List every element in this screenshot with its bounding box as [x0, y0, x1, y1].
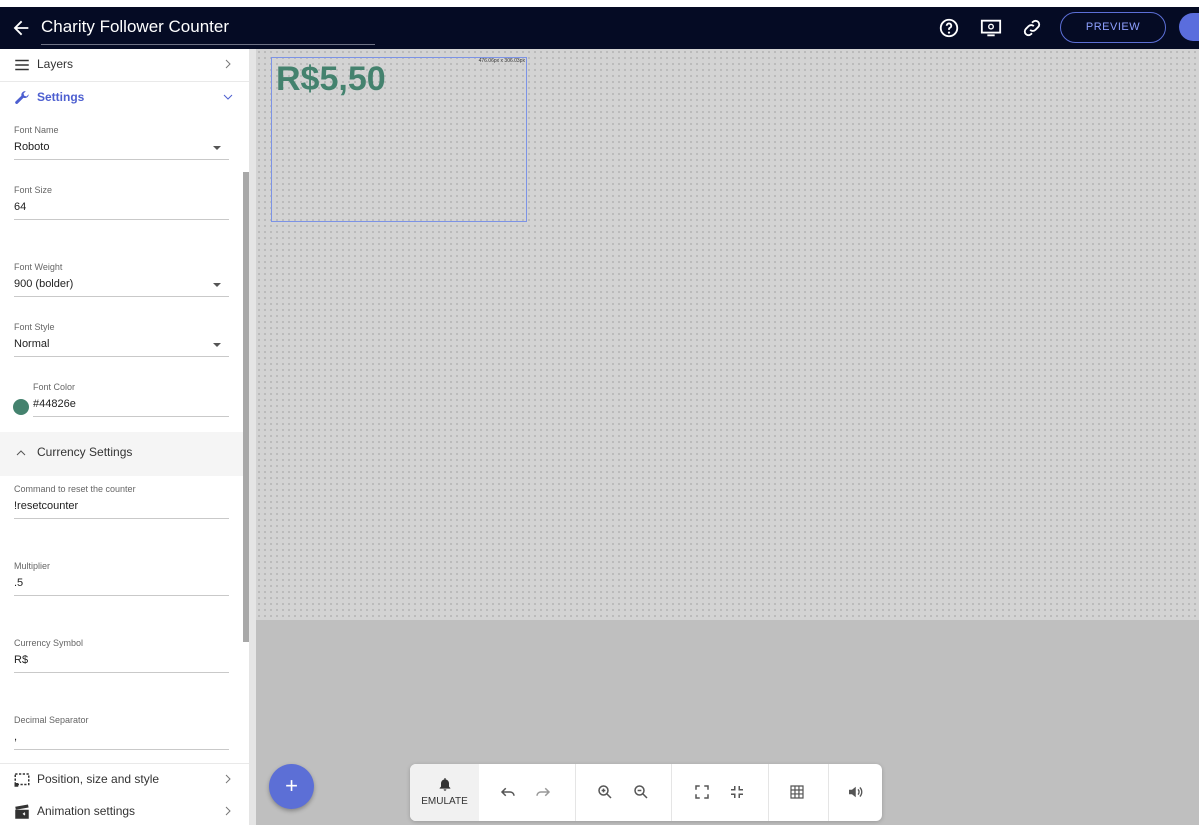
chevron-right-icon [225, 806, 231, 816]
chevron-down-icon [223, 94, 233, 100]
exit-fullscreen-icon[interactable] [728, 783, 746, 801]
sidebar-scroll-track[interactable] [249, 49, 256, 825]
chevron-up-icon [16, 450, 26, 456]
settings-row[interactable]: Settings [0, 82, 249, 114]
currency-symbol-input[interactable]: R$ [14, 654, 229, 673]
app-header: Charity Follower Counter PREVIEW [0, 7, 1199, 49]
font-name-value: Roboto [14, 141, 50, 153]
font-size-label: Font Size [14, 185, 53, 195]
settings-label: Settings [37, 90, 85, 104]
font-name-select[interactable]: Roboto [14, 141, 229, 160]
clapperboard-icon [15, 804, 29, 819]
animation-settings-label: Animation settings [37, 804, 136, 818]
top-strip [0, 0, 1199, 7]
position-size-style-row[interactable]: Position, size and style [0, 763, 249, 797]
font-weight-field[interactable]: Font Weight 900 (bolder) [14, 262, 229, 297]
save-button[interactable] [1179, 13, 1199, 41]
font-style-label: Font Style [14, 322, 55, 332]
reset-command-label: Command to reset the counter [14, 484, 136, 494]
zoom-in-icon[interactable] [596, 783, 614, 801]
settings-sidebar: Layers Settings Font Name Roboto Font Si… [0, 49, 249, 825]
currency-settings-label: Currency Settings [37, 445, 133, 459]
font-style-select[interactable]: Normal [14, 338, 229, 357]
page-title[interactable]: Charity Follower Counter [41, 16, 375, 45]
caret-down-icon [213, 343, 221, 347]
back-arrow-icon[interactable] [10, 17, 32, 39]
zoom-out-icon[interactable] [632, 783, 650, 801]
currency-settings-header[interactable]: Currency Settings [0, 432, 249, 476]
font-color-label: Font Color [33, 382, 76, 392]
caret-down-icon [213, 146, 221, 150]
bell-icon [439, 778, 451, 791]
sidebar-scrollbar[interactable] [243, 172, 249, 642]
preview-button[interactable]: PREVIEW [1060, 12, 1166, 43]
emulate-button[interactable]: EMULATE [410, 764, 479, 821]
resize-frame-icon [14, 773, 30, 787]
font-name-label: Font Name [14, 125, 59, 135]
reset-command-input[interactable]: !resetcounter [14, 500, 229, 519]
toolbar-divider [768, 764, 769, 821]
monitor-settings-icon[interactable] [980, 17, 1002, 39]
toolbar-divider [671, 764, 672, 821]
position-size-style-label: Position, size and style [37, 772, 160, 786]
font-style-field[interactable]: Font Style Normal [14, 322, 229, 357]
undo-icon[interactable] [499, 783, 517, 801]
currency-symbol-field[interactable]: Currency Symbol R$ [14, 638, 229, 673]
multiplier-label: Multiplier [14, 561, 51, 571]
currency-symbol-label: Currency Symbol [14, 638, 84, 648]
layers-icon [15, 59, 29, 71]
widget-dimensions: 476.06px x 306.03px [478, 58, 525, 64]
chevron-right-icon [225, 774, 231, 784]
counter-widget[interactable]: R$5,50 476.06px x 306.03px [271, 57, 527, 222]
decimal-separator-field[interactable]: Decimal Separator , [14, 715, 229, 750]
font-size-field[interactable]: Font Size 64 [14, 185, 229, 220]
font-size-input[interactable]: 64 [14, 201, 229, 220]
font-color-input[interactable]: #44826e [33, 398, 229, 417]
fullscreen-icon[interactable] [693, 783, 711, 801]
font-weight-select[interactable]: 900 (bolder) [14, 278, 229, 297]
font-color-swatch[interactable] [13, 399, 29, 415]
redo-icon[interactable] [534, 783, 552, 801]
animation-settings-row[interactable]: Animation settings [0, 796, 249, 825]
volume-icon[interactable] [846, 783, 864, 801]
caret-down-icon [213, 283, 221, 287]
toolbar-divider [828, 764, 829, 821]
font-style-value: Normal [14, 338, 50, 350]
wrench-icon [15, 91, 29, 104]
layers-label: Layers [37, 57, 74, 71]
bottom-toolbar: EMULATE [410, 764, 882, 821]
multiplier-field[interactable]: Multiplier .5 [14, 561, 229, 596]
font-name-field[interactable]: Font Name Roboto [14, 125, 229, 160]
help-icon[interactable] [938, 17, 960, 39]
layers-row[interactable]: Layers [0, 49, 249, 82]
multiplier-input[interactable]: .5 [14, 577, 229, 596]
decimal-separator-label: Decimal Separator [14, 715, 89, 725]
counter-amount: R$5,50 [276, 60, 386, 98]
font-weight-value: 900 (bolder) [14, 278, 74, 290]
grid-icon[interactable] [788, 783, 806, 801]
emulate-label: EMULATE [421, 796, 468, 807]
font-color-field[interactable]: Font Color #44826e [33, 382, 229, 417]
add-widget-button[interactable]: + [269, 764, 314, 809]
link-icon[interactable] [1021, 17, 1043, 39]
decimal-separator-input[interactable]: , [14, 731, 229, 750]
reset-command-field[interactable]: Command to reset the counter !resetcount… [14, 484, 229, 519]
toolbar-divider [575, 764, 576, 821]
font-weight-label: Font Weight [14, 262, 63, 272]
chevron-right-icon [225, 59, 231, 69]
